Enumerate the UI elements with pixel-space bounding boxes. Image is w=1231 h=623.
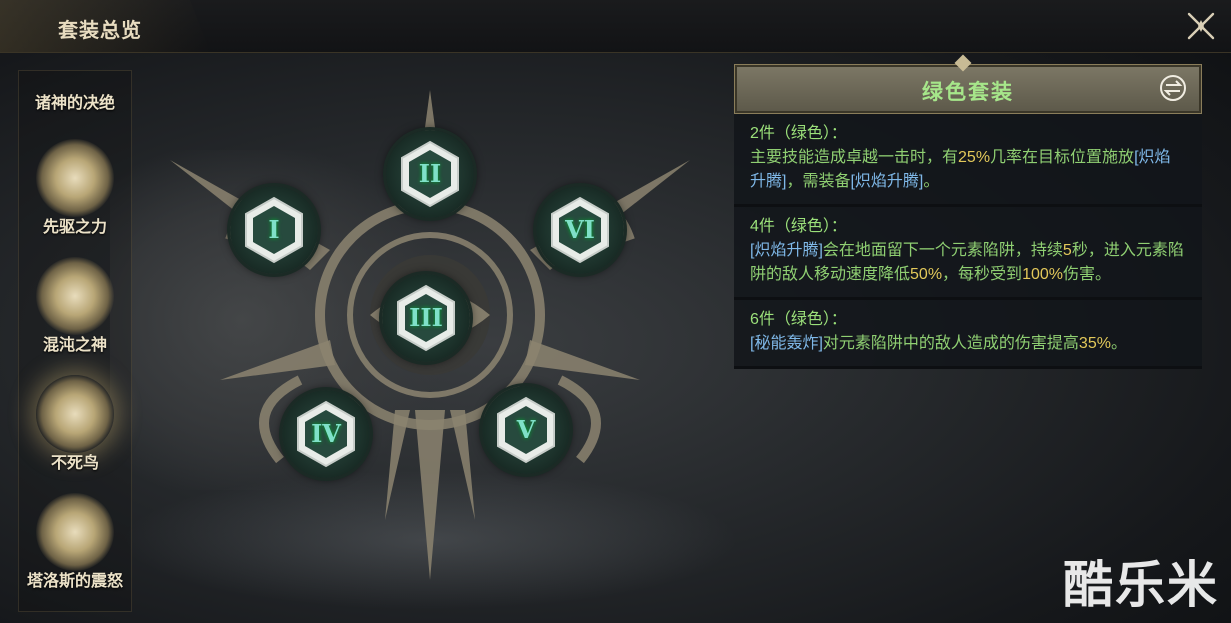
set-bonus-list: 2件（绿色）： 主要技能造成卓越一击时，有25%几率在目标位置施放[炽焰升腾]，需…: [734, 114, 1202, 369]
phoenix-emblem-icon: [36, 375, 114, 453]
watermark: 酷乐米: [1063, 556, 1219, 614]
highlight-value: 50%: [910, 266, 943, 283]
set-detail-panel: 绿色套装 2件（绿色）： 主要技能造成卓越一击时，有25%几率在目标位置施放 [炽焰…: [734, 54, 1202, 369]
slot-6[interactable]: VI: [536, 186, 624, 274]
swap-icon[interactable]: [1159, 74, 1187, 102]
talos-emblem-icon: [36, 493, 114, 571]
highlight-value: 5: [1062, 242, 1072, 259]
close-icon[interactable]: [1185, 10, 1217, 42]
description-text: 主要技能造成卓越一击时，有: [750, 149, 959, 166]
slot-numeral: II: [418, 159, 442, 188]
set-item-3[interactable]: 不死鸟: [19, 375, 131, 473]
diamond-ornament-icon: [954, 54, 972, 72]
slot-numeral: III: [409, 303, 443, 332]
description-text: ，每秒受到: [942, 266, 1023, 283]
set-item-0[interactable]: 诸神的决绝: [19, 93, 131, 113]
tier-description: [炽焰升腾]会在地面留下一个元素陷阱，持续5秒，进入元素陷阱的敌人移动速度降低5…: [750, 239, 1186, 287]
description-text: ，需装备: [786, 173, 851, 190]
set-item-label: 诸神的决绝: [34, 93, 115, 112]
skill-link[interactable]: [秘能轰炸]: [750, 335, 823, 352]
description-text: 会在地面留下一个元素陷阱，持续: [822, 242, 1063, 259]
set-item-4[interactable]: 塔洛斯的震怒: [19, 493, 131, 591]
set-item-label: 混沌之神: [42, 335, 107, 354]
slot-numeral: V: [516, 415, 536, 444]
chaos-eye-emblem-icon: [36, 257, 114, 335]
description-text: 伤害。: [1062, 266, 1111, 283]
tier-heading: 2件（绿色）：: [750, 125, 847, 142]
page-title: 套装总览: [58, 18, 142, 42]
tier-heading: 6件（绿色）：: [750, 311, 847, 328]
highlight-value: 25%: [958, 149, 991, 166]
tier-heading: 4件（绿色）：: [750, 218, 847, 235]
highlight-value: 35%: [1078, 335, 1111, 352]
slot-3[interactable]: III: [382, 274, 470, 362]
slot-numeral: VI: [565, 215, 595, 244]
slot-2[interactable]: II: [386, 130, 474, 218]
slot-numeral: IV: [311, 419, 341, 448]
slot-1[interactable]: I: [230, 186, 318, 274]
description-text: 。: [1110, 335, 1127, 352]
set-bonus-tier: 2件（绿色）： 主要技能造成卓越一击时，有25%几率在目标位置施放 [炽焰升腾]，需…: [734, 114, 1202, 207]
slot-4[interactable]: IV: [282, 390, 370, 478]
pioneer-emblem-icon: [36, 139, 114, 217]
description-text: 几率在目标位置施放: [990, 149, 1135, 166]
set-item-1[interactable]: 先驱之力: [19, 139, 131, 237]
tier-description: [秘能轰炸]对元素陷阱中的敌人造成的伤害提高35%。: [750, 332, 1186, 356]
slot-5[interactable]: V: [482, 386, 570, 474]
tier-description: 主要技能造成卓越一击时，有25%几率在目标位置施放[炽焰升腾]，需装备[炽焰升腾…: [750, 146, 1186, 194]
description-text: 。: [923, 173, 940, 190]
set-item-label: 不死鸟: [50, 453, 99, 472]
emblem-board: II I VI III IV V: [160, 80, 700, 600]
highlight-value: 100%: [1022, 266, 1063, 283]
skill-link[interactable]: [炽焰升腾]: [750, 242, 823, 259]
top-bar: 套装总览: [0, 0, 1231, 53]
set-item-2[interactable]: 混沌之神: [19, 257, 131, 355]
set-list: 诸神的决绝 先驱之力 混沌之神 不死鸟 塔洛斯的震怒: [18, 70, 132, 612]
set-detail-title: 绿色套装: [922, 79, 1014, 104]
set-item-label: 塔洛斯的震怒: [26, 571, 123, 590]
slot-numeral: I: [268, 215, 280, 244]
set-bonus-tier: 4件（绿色）： [炽焰升腾]会在地面留下一个元素陷阱，持续5秒，进入元素陷阱的敌人…: [734, 207, 1202, 300]
set-bonus-tier: 6件（绿色）： [秘能轰炸]对元素陷阱中的敌人造成的伤害提高35%。: [734, 300, 1202, 369]
set-item-label: 先驱之力: [42, 217, 107, 236]
set-detail-header: 绿色套装: [734, 54, 1202, 114]
skill-link[interactable]: [炽焰升腾]: [850, 173, 923, 190]
description-text: 对元素陷阱中的敌人造成的伤害提高: [822, 335, 1079, 352]
